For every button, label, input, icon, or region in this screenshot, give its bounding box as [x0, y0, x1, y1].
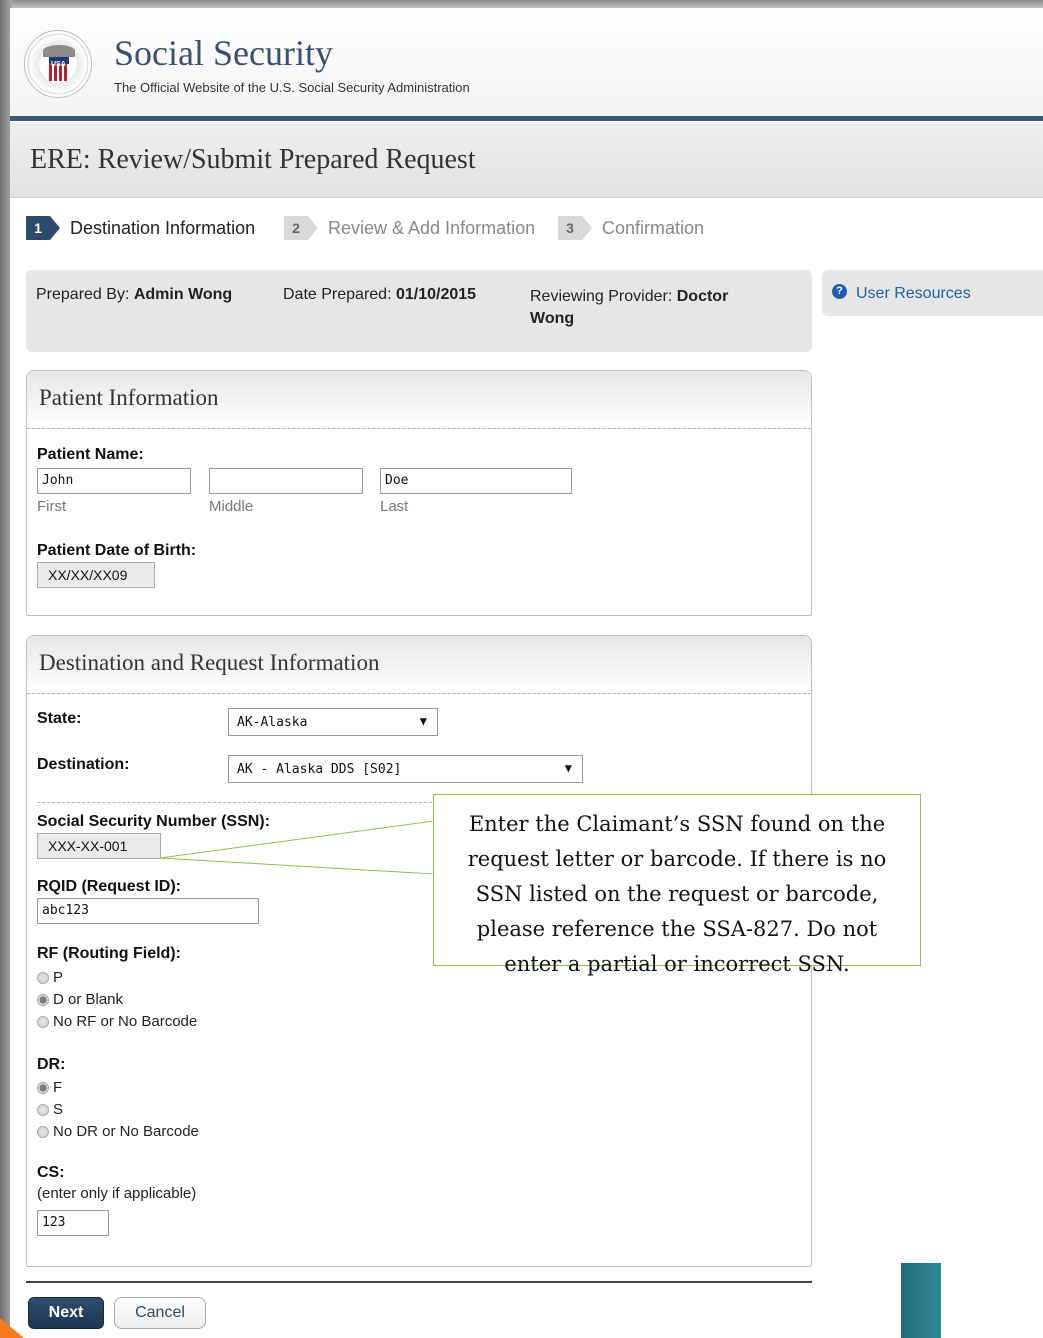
state-select[interactable]: AK-Alaska ▼ — [228, 708, 438, 736]
patient-information-panel: Patient Information Patient Name: John D… — [26, 370, 812, 616]
cs-note: (enter only if applicable) — [37, 1185, 197, 1202]
callout-line: Enter the Claimant’s SSN found on the — [468, 812, 886, 836]
destination-select-value: AK - Alaska DDS [S02] — [237, 762, 402, 777]
cs-input[interactable]: 123 — [37, 1210, 109, 1236]
radio-button-selected[interactable] — [37, 993, 49, 1006]
middle-name-caption: Middle — [209, 498, 254, 515]
page-title: ERE: Review/Submit Prepared Request — [30, 144, 476, 175]
header-divider — [10, 116, 1043, 121]
radio-button[interactable] — [37, 1103, 49, 1116]
dob-field: XX/XX/XX09 — [37, 562, 155, 588]
section-divider — [37, 802, 447, 803]
rf-option-label: No RF or No Barcode — [53, 1013, 198, 1030]
chevron-down-icon: ▼ — [419, 714, 427, 728]
ssn-instruction-callout: Enter the Claimant’s SSN found on the re… — [433, 794, 921, 976]
step-confirmation: 3 Confirmation — [558, 213, 704, 243]
radio-button[interactable] — [37, 1015, 49, 1028]
state-label: State: — [37, 710, 82, 727]
cancel-button[interactable]: Cancel — [114, 1297, 206, 1329]
radio-button[interactable] — [37, 971, 49, 984]
step-label: Confirmation — [602, 217, 705, 238]
prepared-info-box: Prepared By: Admin Wong Date Prepared: 0… — [26, 270, 812, 352]
rf-option-label: P — [53, 969, 64, 986]
first-name-input[interactable]: John — [37, 468, 191, 494]
patient-name-label: Patient Name: — [37, 446, 144, 463]
rf-option-no-barcode[interactable]: No RF or No Barcode — [37, 1013, 197, 1030]
reviewing-provider-value-2: Wong — [530, 310, 575, 327]
dr-option-no-barcode[interactable]: No DR or No Barcode — [37, 1123, 199, 1140]
callout-line: enter a partial or incorrect SSN. — [504, 952, 850, 976]
dr-option-s[interactable]: S — [37, 1101, 63, 1118]
user-resources-box: ? User Resources — [822, 270, 1043, 316]
step-label: Destination Information — [70, 217, 256, 238]
decorative-block — [901, 1263, 941, 1338]
reviewing-provider-value: Doctor — [676, 288, 729, 305]
callout-line: SSN listed on the request or barcode, — [475, 882, 879, 906]
prepared-by: Prepared By: Admin Wong — [36, 286, 232, 304]
site-header: USA Social Security The Official Website… — [10, 8, 1043, 118]
reviewing-provider-label: Reviewing Provider: — [530, 288, 673, 305]
step-number: 3 — [558, 216, 582, 240]
eagle-icon — [43, 45, 75, 57]
dr-option-label: F — [53, 1079, 63, 1096]
step-number: 2 — [284, 216, 308, 240]
step-progress: 1 Destination Information 2 Review & Add… — [26, 213, 826, 243]
reviewing-provider: Reviewing Provider: Doctor Wong — [530, 286, 728, 330]
date-prepared-label: Date Prepared: — [283, 286, 392, 303]
next-button[interactable]: Next — [28, 1297, 104, 1329]
callout-line: request letter or barcode. If there is n… — [467, 847, 887, 871]
footer-divider — [26, 1281, 812, 1283]
dob-label: Patient Date of Birth: — [37, 542, 197, 559]
destination-select[interactable]: AK - Alaska DDS [S02] ▼ — [228, 755, 583, 783]
site-title[interactable]: Social Security — [114, 32, 333, 74]
rf-label: RF (Routing Field): — [37, 945, 181, 962]
radio-button-selected[interactable] — [37, 1081, 49, 1094]
callout-pointer — [160, 820, 436, 876]
site-subtitle: The Official Website of the U.S. Social … — [114, 80, 470, 95]
dr-label: DR: — [37, 1056, 66, 1073]
title-bar: ERE: Review/Submit Prepared Request — [10, 122, 1043, 198]
cs-label: CS: — [37, 1164, 65, 1181]
help-icon[interactable]: ? — [832, 284, 847, 299]
date-prepared-value: 01/10/2015 — [395, 286, 477, 303]
rf-option-d-or-blank[interactable]: D or Blank — [37, 991, 123, 1008]
last-name-input[interactable]: Doe — [380, 468, 572, 494]
step-destination-information: 1 Destination Information — [26, 213, 255, 243]
state-select-value: AK-Alaska — [237, 715, 308, 730]
prepared-by-value: Admin Wong — [133, 286, 233, 303]
dr-option-f[interactable]: F — [37, 1079, 62, 1096]
rf-option-p[interactable]: P — [37, 969, 63, 986]
rf-option-label: D or Blank — [53, 991, 124, 1008]
middle-name-input[interactable] — [209, 468, 363, 494]
first-name-caption: First — [37, 498, 67, 515]
chevron-down-icon: ▼ — [564, 761, 572, 775]
destination-label: Destination: — [37, 756, 130, 773]
step-label: Review & Add Information — [328, 217, 536, 238]
prepared-by-label: Prepared By: — [36, 286, 130, 303]
step-number: 1 — [26, 216, 50, 240]
destination-request-heading: Destination and Request Information — [27, 636, 811, 694]
step-arrow-icon — [582, 216, 592, 240]
decorative-corner — [0, 1318, 24, 1338]
user-resources-link[interactable]: User Resources — [856, 285, 971, 303]
ssa-seal-logo[interactable]: USA — [24, 30, 92, 98]
step-arrow-icon — [308, 216, 318, 240]
callout-line: please reference the SSA-827. Do not — [476, 917, 878, 941]
ssn-input[interactable]: XXX-XX-001 — [37, 833, 161, 859]
date-prepared: Date Prepared: 01/10/2015 — [283, 286, 476, 304]
last-name-caption: Last — [380, 498, 409, 515]
dr-option-label: S — [53, 1101, 64, 1118]
step-review-add-information: 2 Review & Add Information — [284, 213, 535, 243]
page: USA Social Security The Official Website… — [10, 8, 1043, 1338]
step-arrow-icon — [50, 216, 60, 240]
seal-text: USA — [51, 61, 66, 68]
dr-option-label: No DR or No Barcode — [53, 1123, 199, 1140]
rqid-input[interactable]: abc123 — [37, 898, 259, 924]
patient-information-heading: Patient Information — [27, 371, 811, 429]
radio-button[interactable] — [37, 1125, 49, 1138]
